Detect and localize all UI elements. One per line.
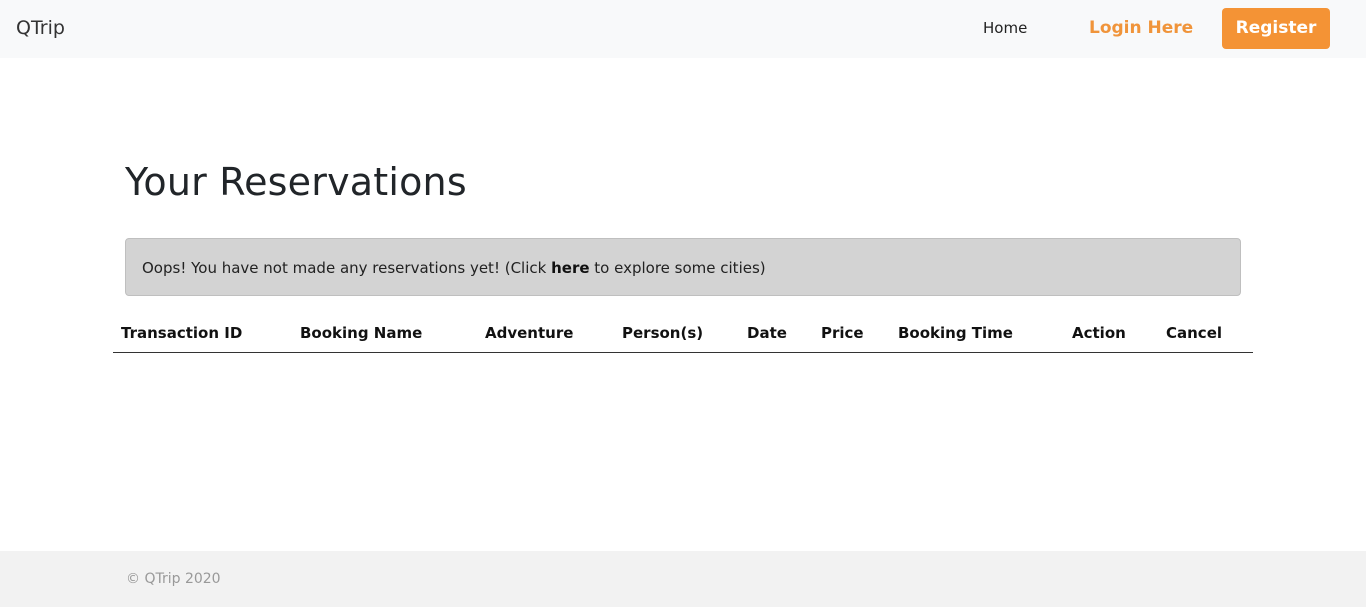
no-reservations-alert: Oops! You have not made any reservations…	[125, 238, 1241, 296]
alert-suffix-text: to explore some cities)	[589, 259, 766, 277]
column-header-date: Date	[747, 324, 787, 342]
page-title: Your Reservations	[125, 160, 467, 204]
navbar: QTrip Home Login Here Register	[0, 0, 1366, 58]
column-header-price: Price	[821, 324, 864, 342]
column-header-adventure: Adventure	[485, 324, 574, 342]
column-header-booking-name: Booking Name	[300, 324, 423, 342]
column-header-persons: Person(s)	[622, 324, 704, 342]
footer: © QTrip 2020	[0, 551, 1366, 607]
explore-cities-link[interactable]: here	[551, 259, 589, 277]
column-header-transaction-id: Transaction ID	[121, 324, 243, 342]
reservations-table: Transaction ID Booking Name Adventure Pe…	[113, 316, 1253, 353]
brand-logo-link[interactable]: QTrip	[16, 17, 65, 39]
nav-home-link[interactable]: Home	[983, 19, 1027, 37]
footer-copyright: © QTrip 2020	[126, 571, 221, 587]
column-header-booking-time: Booking Time	[898, 324, 1013, 342]
nav-login-link[interactable]: Login Here	[1089, 18, 1193, 38]
register-button[interactable]: Register	[1222, 8, 1330, 49]
column-header-action: Action	[1072, 324, 1126, 342]
column-header-cancel: Cancel	[1166, 324, 1223, 342]
alert-prefix-text: Oops! You have not made any reservations…	[142, 259, 552, 277]
